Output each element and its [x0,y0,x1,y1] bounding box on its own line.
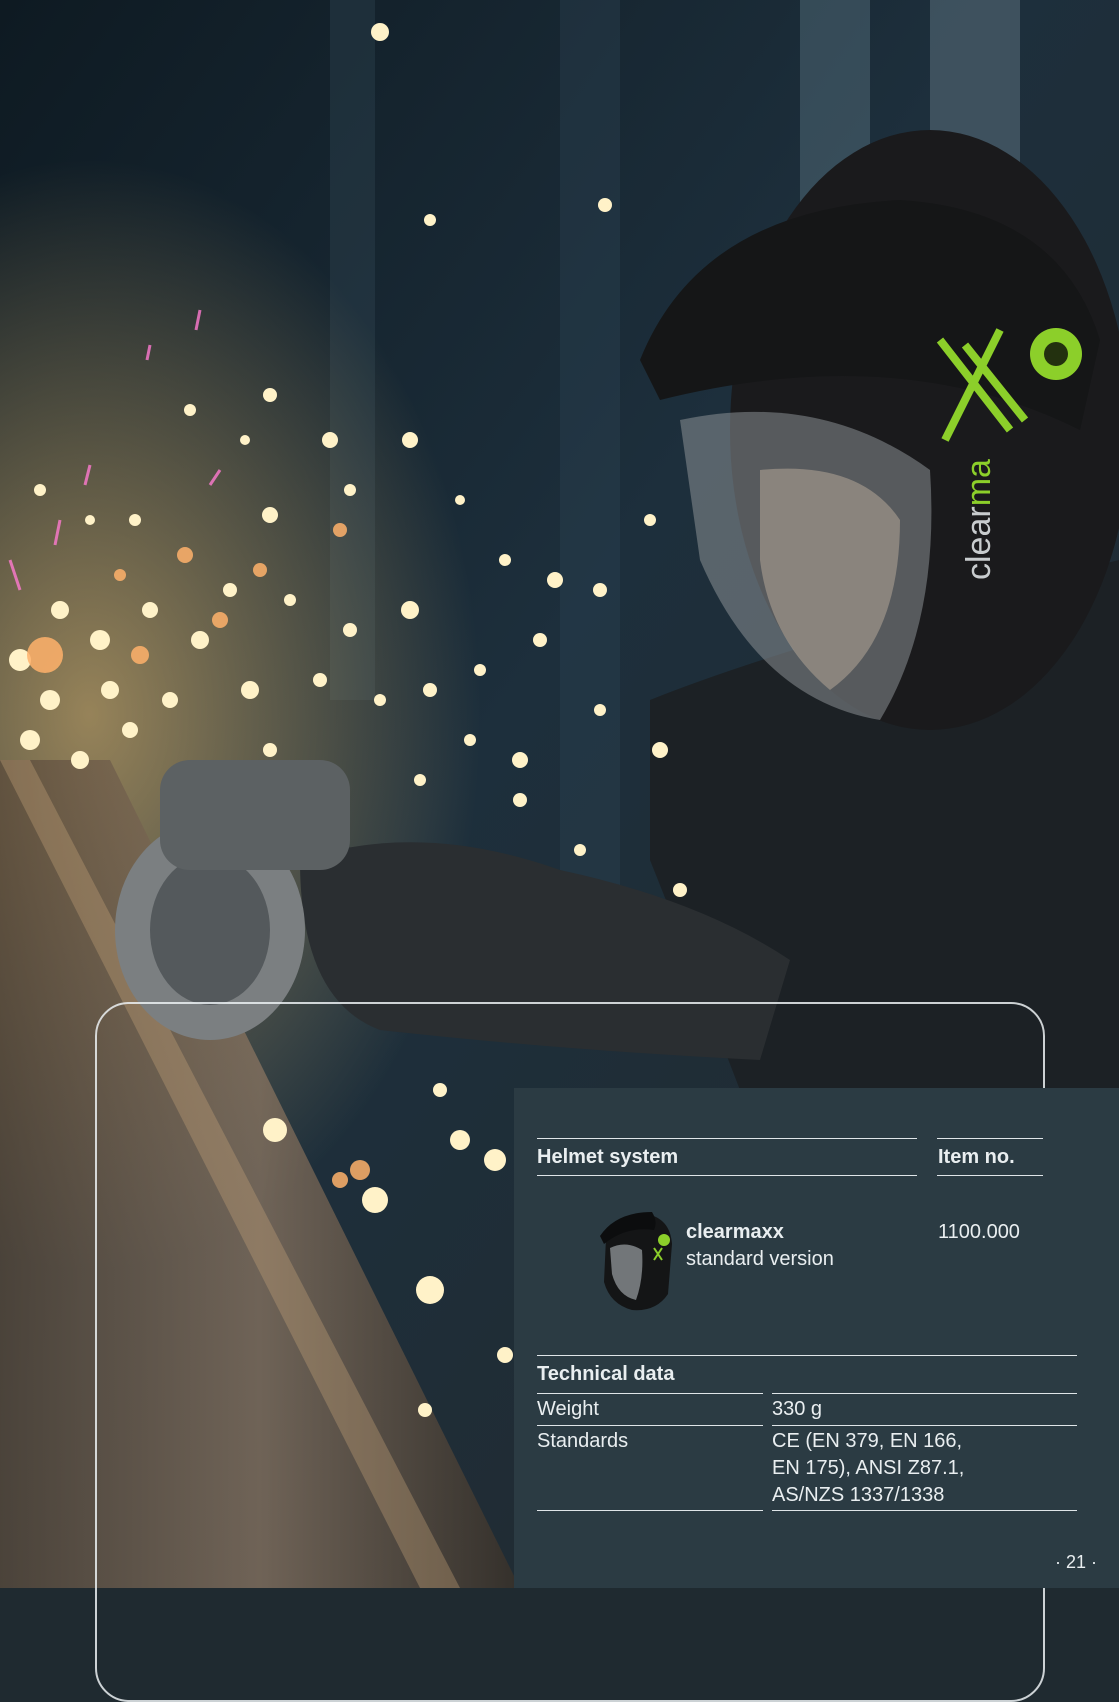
rule [937,1138,1043,1139]
product-name: clearmaxx [686,1221,784,1243]
weight-label: Weight [537,1398,599,1420]
tech-title: Technical data [537,1363,675,1385]
weight-value: 330 g [772,1398,823,1420]
rule [537,1138,917,1139]
rule [937,1175,1043,1176]
header-helmet-system: Helmet system [537,1146,679,1168]
standards-value-line-1: CE (EN 379, EN 166, [772,1430,963,1452]
helmet-icon [600,1212,672,1311]
rule [537,1355,1077,1356]
rule [537,1393,763,1394]
helmet-brand-text: clearma [960,459,998,580]
product-item-no: 1100.000 [938,1221,1020,1243]
standards-value-line-2: EN 175), ANSI Z87.1, [772,1457,965,1479]
rule [537,1510,763,1511]
rule [772,1510,1077,1511]
rule [772,1393,1077,1394]
product-variant: standard version [686,1248,834,1270]
rule [537,1425,763,1426]
page-number: · 21 · [1054,1552,1097,1572]
header-item-no: Item no. [938,1146,1015,1168]
rule [772,1425,1077,1426]
rule [537,1175,917,1176]
standards-label: Standards [537,1430,629,1452]
product-panel: Helmet system Item no. clearmaxx standar… [514,1088,1119,1588]
standards-value-line-3: AS/NZS 1337/1338 [772,1484,945,1506]
